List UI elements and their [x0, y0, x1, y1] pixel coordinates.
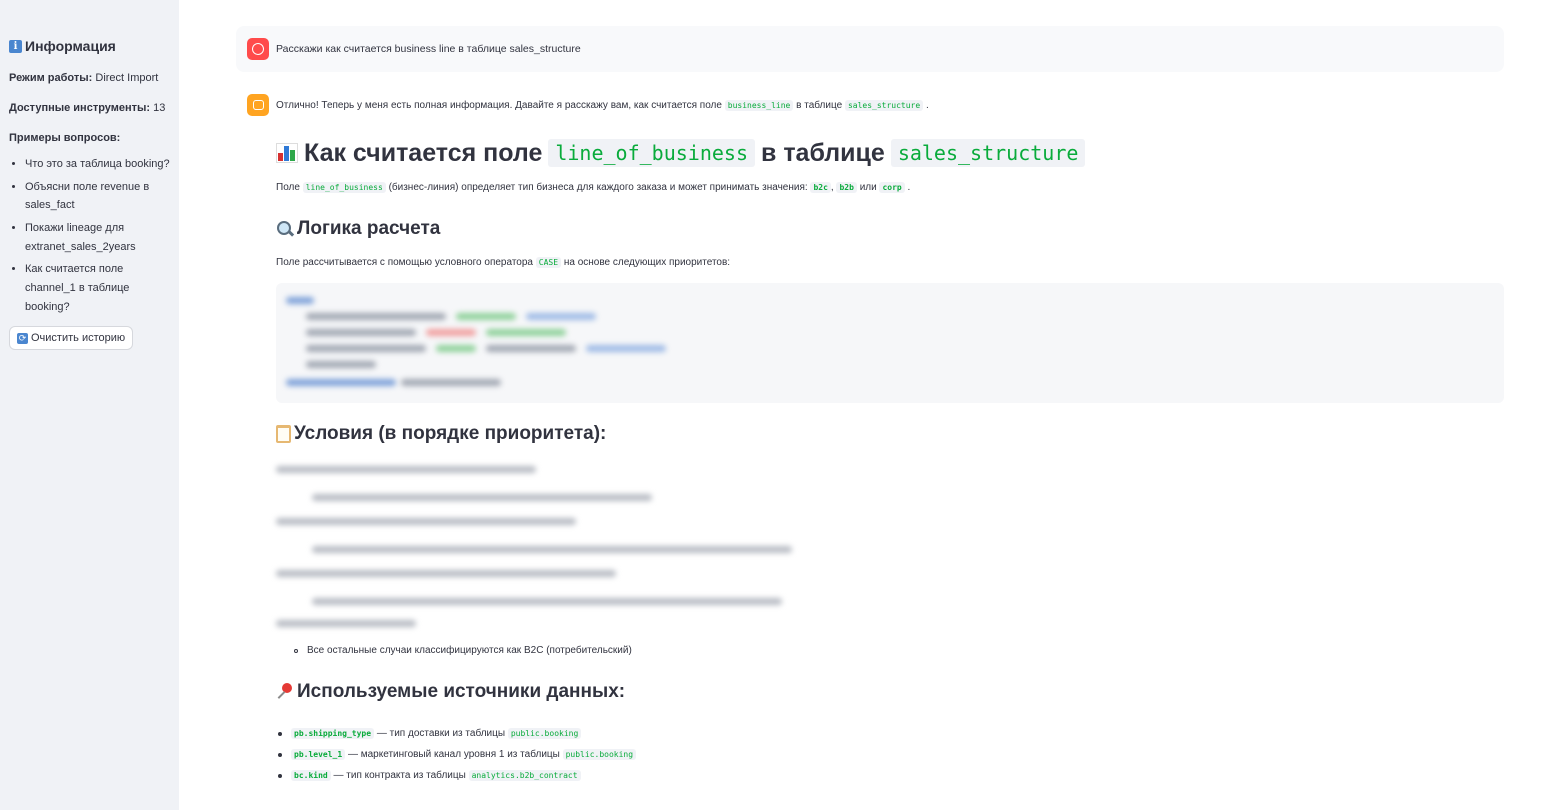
code-block — [276, 283, 1504, 403]
app: i Информация Режим работы: Direct Import… — [0, 0, 1560, 810]
circle-bullet — [294, 648, 298, 653]
sources-list: pb.shipping_type — тип доставки из табли… — [276, 723, 637, 786]
pushpin-icon — [276, 683, 294, 701]
logic-text-a: Поле рассчитывается с помощью условного … — [276, 257, 533, 268]
assistant-message: Отлично! Теперь у меня есть полная инфор… — [247, 94, 1505, 116]
intro-code-sales-structure: sales_structure — [844, 99, 924, 111]
list-item: Все остальные случаи классифицируются ка… — [276, 645, 632, 656]
user-avatar-icon — [247, 38, 269, 60]
heading-code-table: sales_structure — [890, 139, 1086, 167]
bar-chart-icon — [276, 143, 298, 163]
clipboard-icon — [276, 425, 291, 443]
remaining-list: Все остальные случаи классифицируются ка… — [276, 645, 632, 656]
sidebar-title-text: Информация — [25, 38, 116, 54]
clear-history-button[interactable]: ⟳ Очистить историю — [9, 326, 134, 351]
desc-text-b: (бизнес-линия) определяет тип бизнеса дл… — [388, 182, 808, 193]
chat-area: Расскажи как считается business line в т… — [179, 0, 1560, 810]
clear-history-label: Очистить историю — [31, 332, 126, 345]
example-item: Что это за таблица booking? — [25, 155, 170, 174]
value-b2b: b2b — [836, 182, 857, 193]
remaining-case-text: Все остальные случаи классифицируются ка… — [307, 645, 632, 656]
source-text: — маркетинговый канал уровня 1 из таблиц… — [347, 749, 560, 760]
source-item: bc.kind — тип контракта из таблицы analy… — [276, 765, 636, 786]
example-item: Как считается поле channel_1 в таблице b… — [25, 260, 170, 316]
tools-label: Доступные инструменты: — [9, 101, 151, 114]
user-message-text: Расскажи как считается business line в т… — [276, 43, 581, 55]
source-text: — тип доставки из таблицы — [376, 728, 506, 739]
examples-list: Что это за таблица booking? Объясни поле… — [9, 155, 170, 317]
conditions-list-blurred — [276, 466, 836, 636]
sources-heading-text: Используемые источники данных: — [297, 681, 626, 702]
user-message: Расскажи как считается business line в т… — [236, 26, 1504, 72]
intro-code-business-line: business_line — [724, 99, 794, 111]
mode-row: Режим работы: Direct Import — [9, 70, 170, 87]
logic-heading: Логика расчета — [276, 218, 440, 240]
tools-row: Доступные инструменты: 13 — [9, 100, 170, 117]
source-table: public.booking — [562, 749, 637, 760]
bullet — [278, 752, 282, 757]
conditions-heading-text: Условия (в порядке приоритета): — [294, 423, 607, 444]
intro-text-b: в таблице — [796, 99, 843, 111]
case-code: CASE — [535, 257, 562, 268]
logic-heading-text: Логика расчета — [297, 218, 441, 239]
heading-code-field: line_of_business — [548, 139, 755, 167]
source-text: — тип контракта из таблицы — [333, 770, 466, 781]
description-paragraph: Поле line_of_business (бизнес-линия) опр… — [276, 182, 910, 193]
bullet — [278, 773, 282, 778]
source-table: public.booking — [507, 728, 582, 739]
intro-text-c: . — [925, 99, 929, 111]
source-item: pb.shipping_type — тип доставки из табли… — [276, 723, 636, 744]
source-code: pb.shipping_type — [291, 728, 375, 739]
example-item: Покажи lineage для extranet_sales_2years — [25, 219, 170, 256]
desc-end: . — [907, 182, 911, 193]
conditions-heading: Условия (в порядке приоритета): — [276, 423, 606, 445]
desc-sep: , — [830, 182, 834, 193]
sidebar-title: i Информация — [9, 36, 170, 58]
value-b2c: b2c — [810, 182, 831, 193]
desc-text-a: Поле — [276, 182, 300, 193]
sidebar: i Информация Режим работы: Direct Import… — [0, 0, 179, 810]
examples-label: Примеры вопросов: — [9, 130, 170, 147]
intro-text-a: Отлично! Теперь у меня есть полная инфор… — [276, 99, 722, 111]
desc-code-field: line_of_business — [302, 182, 386, 193]
source-item: pb.level_1 — маркетинговый канал уровня … — [276, 744, 637, 765]
tools-value: 13 — [153, 101, 166, 114]
refresh-icon: ⟳ — [17, 332, 28, 344]
source-code: pb.level_1 — [291, 749, 346, 760]
bullet — [278, 731, 282, 736]
sources-heading: Используемые источники данных: — [276, 681, 625, 703]
examples-label-text: Примеры вопросов: — [9, 131, 121, 144]
bot-avatar-icon — [247, 94, 269, 116]
desc-or: или — [859, 182, 877, 193]
magnifier-icon — [276, 220, 294, 238]
source-code: bc.kind — [291, 770, 331, 781]
info-icon: i — [9, 40, 22, 54]
example-item: Объясни поле revenue в sales_fact — [25, 178, 170, 215]
main-heading: Как считается поле line_of_business в та… — [276, 134, 1086, 172]
value-corp: corp — [879, 182, 905, 193]
assistant-intro: Отлично! Теперь у меня есть полная инфор… — [247, 94, 1505, 116]
mode-label: Режим работы: — [9, 71, 93, 84]
heading-text-b: в таблице — [761, 138, 885, 167]
source-table: analytics.b2b_contract — [468, 770, 581, 781]
mode-value: Direct Import — [95, 71, 159, 84]
heading-text-a: Как считается поле — [304, 138, 543, 167]
logic-paragraph: Поле рассчитывается с помощью условного … — [276, 257, 730, 268]
logic-text-b: на основе следующих приоритетов: — [563, 257, 731, 268]
